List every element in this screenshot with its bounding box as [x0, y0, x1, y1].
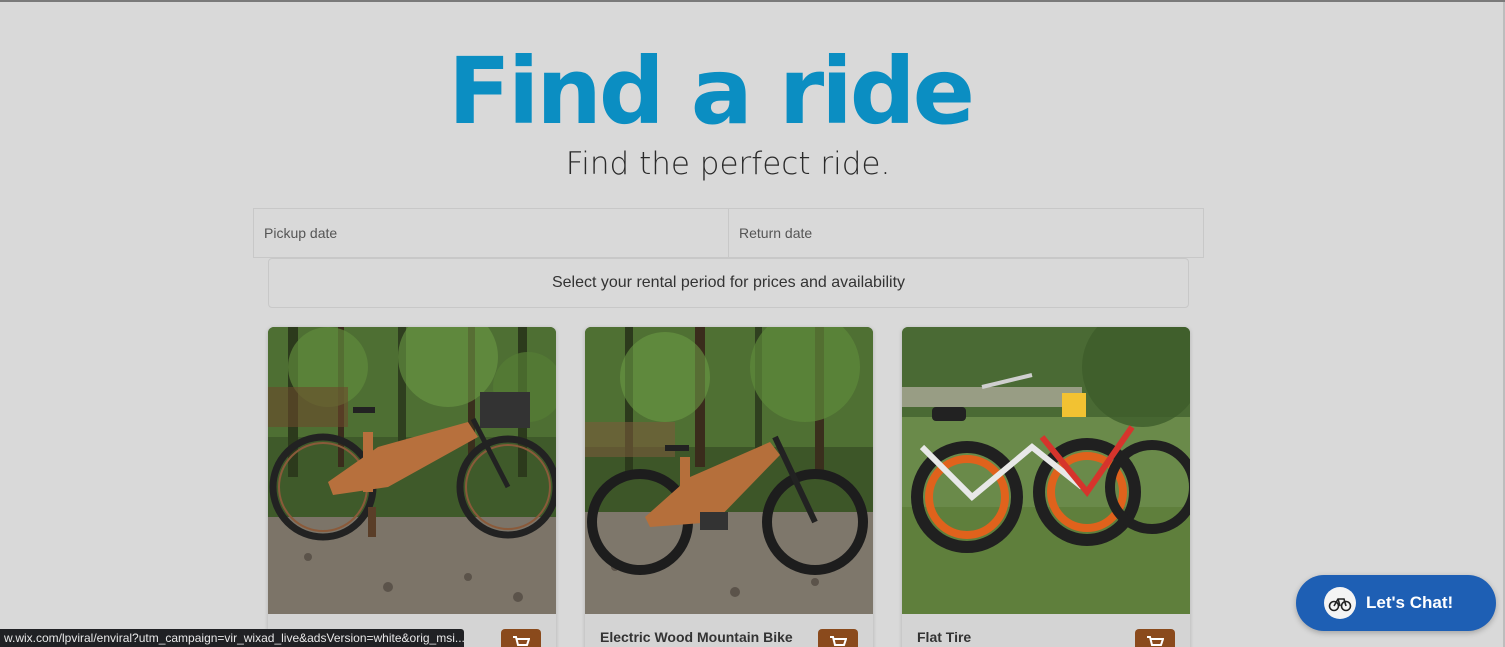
cart-icon	[1147, 636, 1164, 646]
cart-icon	[513, 636, 530, 646]
add-to-cart-button[interactable]	[501, 629, 541, 647]
product-name[interactable]: Flat Tire	[917, 629, 971, 645]
chat-button[interactable]: Let's Chat!	[1296, 575, 1496, 631]
product-card[interactable]: Flat Tire	[902, 327, 1190, 647]
browser-status-url: w.wix.com/lpviral/enviral?utm_campaign=v…	[0, 629, 464, 647]
add-to-cart-button[interactable]	[818, 629, 858, 647]
window-top-border	[0, 0, 1505, 2]
product-card[interactable]: Electric Wood Mountain Bike	[585, 327, 873, 647]
product-image[interactable]	[585, 327, 873, 614]
product-name[interactable]: Electric Wood Mountain Bike	[600, 629, 793, 645]
product-card[interactable]	[268, 327, 556, 647]
product-image[interactable]	[268, 327, 556, 614]
product-image[interactable]	[902, 327, 1190, 614]
add-to-cart-button[interactable]	[1135, 629, 1175, 647]
pickup-date-field[interactable]: Pickup date	[254, 209, 728, 257]
return-date-field[interactable]: Return date	[728, 209, 1203, 257]
page-subtitle: Find the perfect ride.	[565, 146, 891, 182]
bike-logo-icon	[1324, 587, 1356, 619]
chat-button-label: Let's Chat!	[1366, 593, 1454, 612]
page-title: Find a ride	[447, 38, 975, 145]
date-picker-row: Pickup date Return date	[253, 208, 1204, 258]
cart-icon	[830, 636, 847, 646]
rental-period-notice: Select your rental period for prices and…	[268, 258, 1189, 308]
